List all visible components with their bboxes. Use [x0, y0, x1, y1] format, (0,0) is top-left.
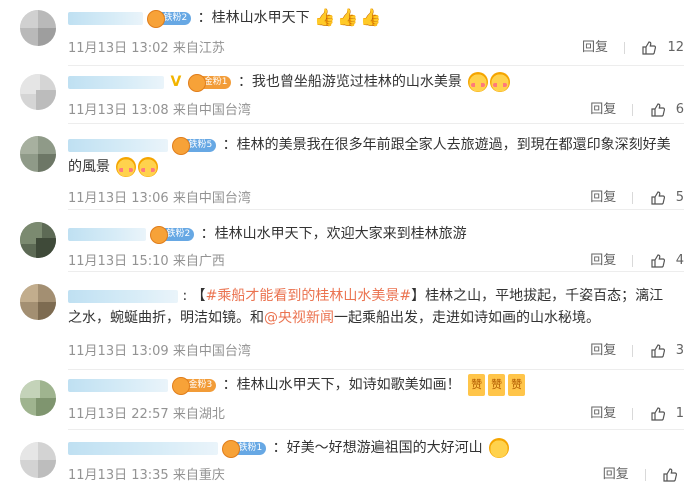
comment-text: ：好美～好想游遍祖国的大好河山 — [272, 440, 483, 456]
reply-button[interactable]: 回复 — [590, 406, 616, 421]
username[interactable] — [68, 378, 168, 392]
like-count: 6 — [675, 102, 684, 117]
fan-badge: 铁粉5 — [172, 136, 217, 155]
comment-text: 之水，蜿蜒曲折，明洁如镜。和 — [68, 310, 264, 326]
comment-meta: 11月13日 13:08 来自中国台湾 — [68, 103, 251, 118]
comment-item: 铁粉2 ：桂林山水甲天下 👍👍👍 11月13日 13:02 来自江苏 回复 12 — [0, 0, 700, 66]
comment-text: ：桂林的美景我在很多年前跟全家人去旅遊過，到現在都還印象深刻好美 — [222, 137, 671, 153]
username[interactable] — [68, 227, 146, 241]
avatar[interactable] — [20, 136, 56, 172]
comment-item: 金粉3 ：桂林山水甲天下，如诗如歌美如画！ 赞赞赞 11月13日 22:57 来… — [0, 370, 700, 430]
comment-text: 】桂林之山，平地拔起，千姿百态；漓江 — [411, 288, 664, 304]
comment-meta: 11月13日 13:06 来自中国台湾 — [68, 191, 251, 206]
comment-item: 铁粉2 ：桂林山水甲天下，欢迎大家来到桂林旅游 11月13日 15:10 来自广… — [0, 210, 700, 272]
like-icon[interactable] — [662, 467, 678, 482]
comment-meta: 11月13日 13:35 来自重庆 — [68, 468, 225, 483]
avatar[interactable] — [20, 74, 56, 110]
comment-actions: 回复 4 — [590, 249, 684, 269]
comment-actions: 回复 1 — [590, 402, 684, 422]
like-count: 4 — [675, 253, 684, 268]
comment-text: ：桂林山水甲天下，如诗如歌美如画！ — [222, 377, 461, 393]
reply-button[interactable]: 回复 — [582, 40, 608, 55]
comment-actions: 回复 5 — [590, 186, 684, 206]
comment-text: ：我也曾坐船游览过桂林的山水美景 — [237, 74, 462, 90]
zan-emoji: 赞 — [508, 374, 526, 396]
thumbs-up-emoji: 👍👍👍 — [314, 8, 384, 28]
fan-badge: 铁粉1 — [222, 439, 267, 458]
avatar[interactable] — [20, 10, 56, 46]
comment-item: : 【#乘船才能看到的桂林山水美景#】桂林之山，平地拔起，千姿百态；漓江 之水，… — [0, 272, 700, 370]
comment-actions: 回复 3 — [590, 339, 684, 359]
avatar[interactable] — [20, 442, 56, 478]
username[interactable] — [68, 11, 143, 25]
zan-emoji: 赞 — [468, 374, 486, 396]
topic-link[interactable]: #乘船才能看到的桂林山水美景# — [206, 288, 411, 304]
comment-meta: 11月13日 15:10 来自广西 — [68, 254, 225, 269]
comment-text: ：桂林山水甲天下，欢迎大家来到桂林旅游 — [200, 226, 467, 242]
mention-link[interactable]: @央视新闻 — [264, 310, 334, 326]
username[interactable] — [68, 289, 178, 303]
fan-badge: 金粉1 — [187, 73, 232, 92]
comment-text-cont: 的風景 — [68, 159, 110, 175]
comment-actions: 回复 6 — [590, 98, 684, 118]
blush-emoji — [468, 72, 489, 92]
comment-meta: 11月13日 13:02 来自江苏 — [68, 41, 225, 56]
comment-text: : 【 — [182, 288, 206, 304]
comment-item: 铁粉1 ：好美～好想游遍祖国的大好河山 11月13日 13:35 来自重庆 回复 — [0, 430, 700, 491]
like-icon[interactable] — [641, 40, 657, 55]
fan-badge: 铁粉2 — [147, 9, 192, 28]
blush-emoji — [116, 157, 137, 177]
zan-emoji: 赞 — [488, 374, 506, 396]
like-icon[interactable] — [650, 406, 666, 421]
reply-button[interactable]: 回复 — [603, 467, 629, 482]
comment-item: 铁粉5 ：桂林的美景我在很多年前跟全家人去旅遊過，到現在都還印象深刻好美 的風景… — [0, 124, 700, 210]
like-icon[interactable] — [650, 190, 666, 205]
comment-meta: 11月13日 22:57 来自湖北 — [68, 407, 225, 422]
username[interactable] — [68, 441, 218, 455]
comment-item: V 金粉1 ：我也曾坐船游览过桂林的山水美景 11月13日 13:08 来自中国… — [0, 66, 700, 124]
fan-badge: 金粉3 — [172, 376, 217, 395]
username[interactable] — [68, 138, 168, 152]
avatar[interactable] — [20, 222, 56, 258]
crying-emoji — [489, 438, 510, 458]
like-icon[interactable] — [650, 343, 666, 358]
comment-actions: 回复 — [603, 463, 684, 483]
like-icon[interactable] — [650, 102, 666, 117]
avatar[interactable] — [20, 380, 56, 416]
username[interactable] — [68, 75, 164, 89]
comment-actions: 回复 12 — [582, 36, 684, 56]
reply-button[interactable]: 回复 — [590, 102, 616, 117]
avatar[interactable] — [20, 284, 56, 320]
blush-emoji — [138, 157, 159, 177]
like-icon[interactable] — [650, 253, 666, 268]
reply-button[interactable]: 回复 — [590, 190, 616, 205]
vip-v-icon: V — [170, 74, 182, 90]
fan-badge: 铁粉2 — [150, 225, 195, 244]
like-count: 1 — [675, 406, 684, 421]
like-count: 3 — [675, 343, 684, 358]
like-count: 5 — [675, 190, 684, 205]
reply-button[interactable]: 回复 — [590, 343, 616, 358]
reply-button[interactable]: 回复 — [590, 253, 616, 268]
comment-text: ：桂林山水甲天下 — [197, 10, 310, 26]
like-count: 12 — [667, 40, 684, 55]
blush-emoji — [490, 72, 511, 92]
comment-text: 一起乘船出发，走进如诗如画的山水秘境。 — [334, 310, 600, 326]
comment-meta: 11月13日 13:09 来自中国台湾 — [68, 344, 251, 359]
